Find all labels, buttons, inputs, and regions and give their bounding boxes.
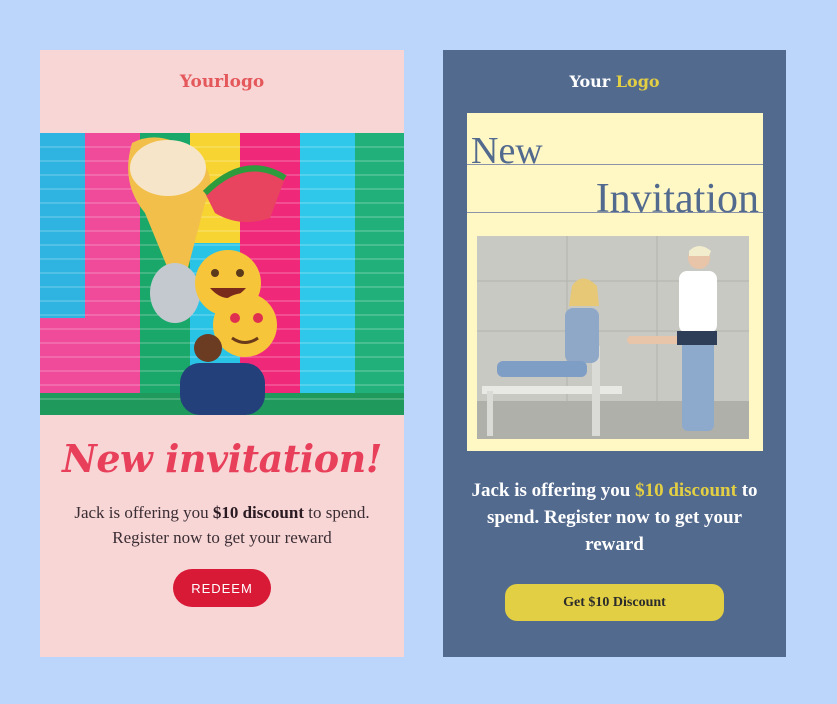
blue-email-card: Your Logo New Invitation Jack is offerin… [443,50,786,657]
blue-title-line2: Invitation [595,176,759,222]
balloons-photo [40,133,404,415]
blue-text-pre: Jack is offering you [471,480,636,501]
blue-title-line1: New [471,130,543,172]
couple-photo-graphic [477,236,749,439]
get-discount-button[interactable]: Get $10 Discount [505,584,724,621]
pink-text-bold: $10 discount [212,503,305,522]
couple-photo [477,236,749,439]
blue-logo-word2: Logo [615,72,660,91]
pink-invitation-title: New invitation! [62,436,382,481]
balloons-photo-graphic [40,133,404,415]
blue-logo: Your Logo [443,72,786,91]
blue-logo-word1: Your [569,72,611,91]
blue-offer-text: Jack is offering you $10 discount to spe… [463,477,766,558]
pink-logo: Yourlogo [179,72,265,92]
pink-text-pre: Jack is offering you [74,503,213,522]
pink-offer-text: Jack is offering you $10 discount to spe… [56,500,388,550]
invitation-panel: New Invitation [467,113,763,451]
redeem-button[interactable]: REDEEM [173,569,271,607]
pink-email-card: Yourlogo New invitation! Jack is offerin… [40,50,404,657]
blue-text-highlight: $10 discount [635,480,737,501]
